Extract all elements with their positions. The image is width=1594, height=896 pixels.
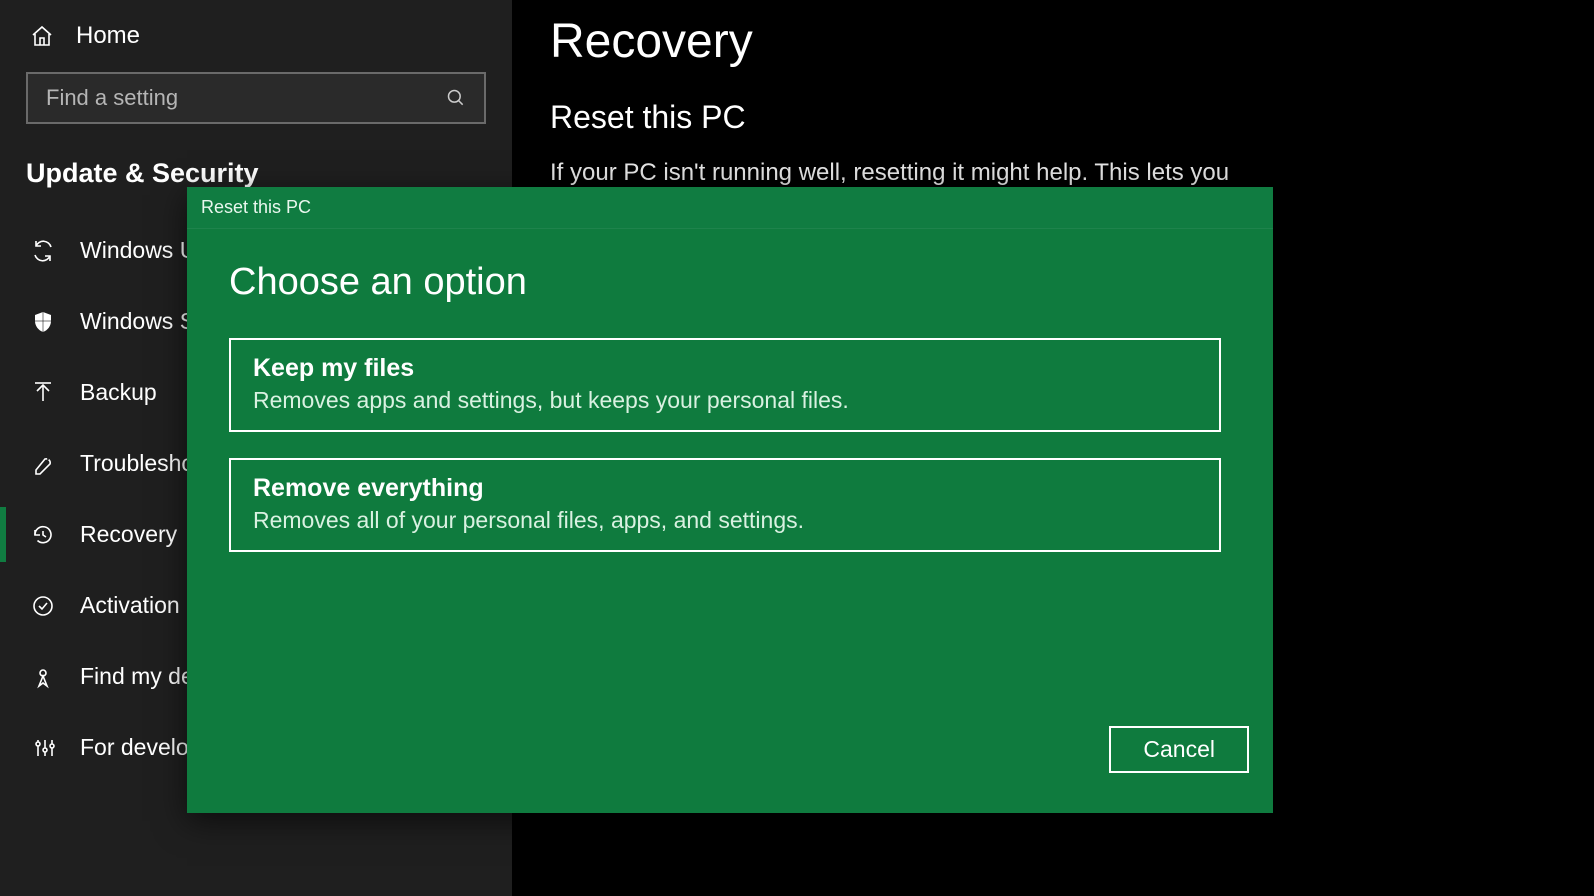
option-keep-my-files[interactable]: Keep my files Removes apps and settings,… <box>229 338 1221 432</box>
option-desc: Removes all of your personal files, apps… <box>253 507 1197 534</box>
cancel-button[interactable]: Cancel <box>1109 726 1249 773</box>
search-box[interactable] <box>26 72 486 124</box>
page-title: Recovery <box>550 0 1556 99</box>
home-icon <box>30 24 54 48</box>
backup-icon <box>30 380 56 406</box>
section-description: If your PC isn't running well, resetting… <box>550 156 1556 190</box>
wrench-icon <box>30 451 56 477</box>
sync-icon <box>30 238 56 264</box>
section-heading: Reset this PC <box>550 99 1556 156</box>
sidebar-item-home[interactable]: Home <box>0 0 512 72</box>
search-input[interactable] <box>46 85 446 111</box>
check-circle-icon <box>30 593 56 619</box>
option-title: Remove everything <box>253 474 1197 507</box>
shield-icon <box>30 309 56 335</box>
option-desc: Removes apps and settings, but keeps you… <box>253 387 1197 414</box>
search-icon <box>446 88 466 108</box>
sidebar-item-label: Activation <box>80 592 180 619</box>
option-remove-everything[interactable]: Remove everything Removes all of your pe… <box>229 458 1221 552</box>
sidebar-item-label: Backup <box>80 379 157 406</box>
sidebar-home-label: Home <box>76 22 140 50</box>
option-title: Keep my files <box>253 354 1197 387</box>
reset-pc-dialog: Reset this PC Choose an option Keep my f… <box>187 187 1273 813</box>
location-icon <box>30 664 56 690</box>
dev-icon <box>30 735 56 761</box>
sidebar-item-label: Recovery <box>80 521 177 548</box>
dialog-body: Choose an option Keep my files Removes a… <box>187 229 1273 809</box>
history-icon <box>30 522 56 548</box>
dialog-heading: Choose an option <box>229 261 1231 338</box>
dialog-titlebar: Reset this PC <box>187 187 1273 229</box>
